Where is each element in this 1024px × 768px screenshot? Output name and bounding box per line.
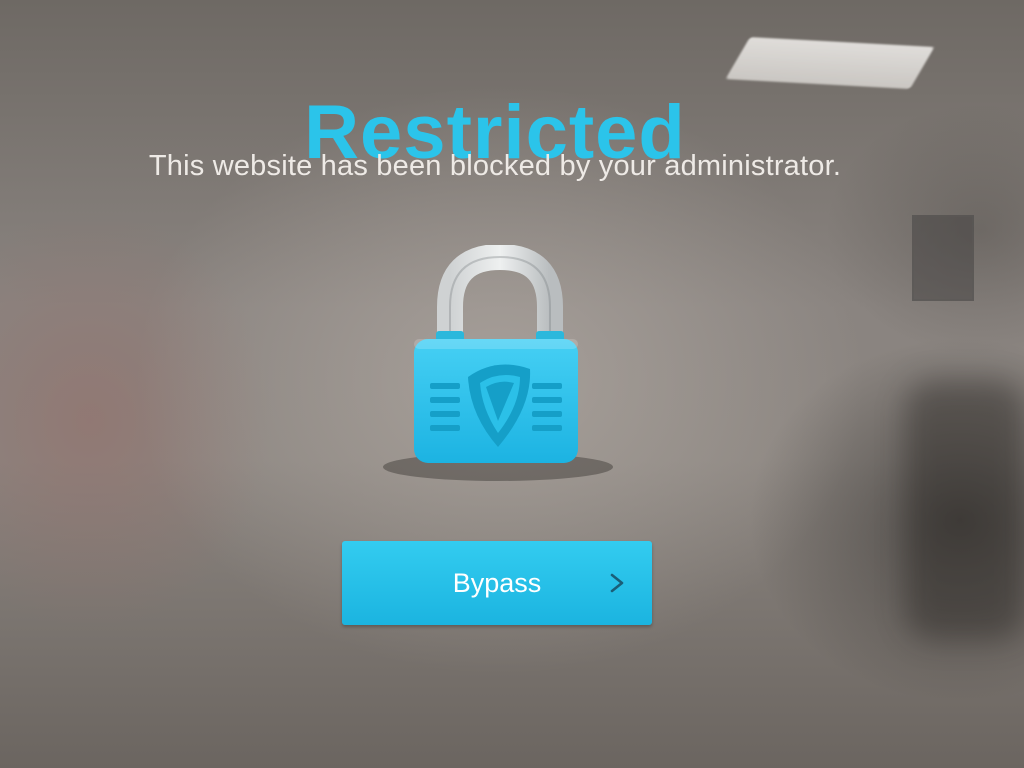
- blocked-message: This website has been blocked by your ad…: [148, 150, 842, 182]
- chevron-right-icon: [604, 569, 630, 597]
- padlock-shield-icon: [380, 243, 640, 495]
- dark-reflection: [905, 380, 1024, 640]
- wall-frame-reflection: [912, 215, 974, 301]
- bypass-button[interactable]: Bypass: [342, 541, 652, 625]
